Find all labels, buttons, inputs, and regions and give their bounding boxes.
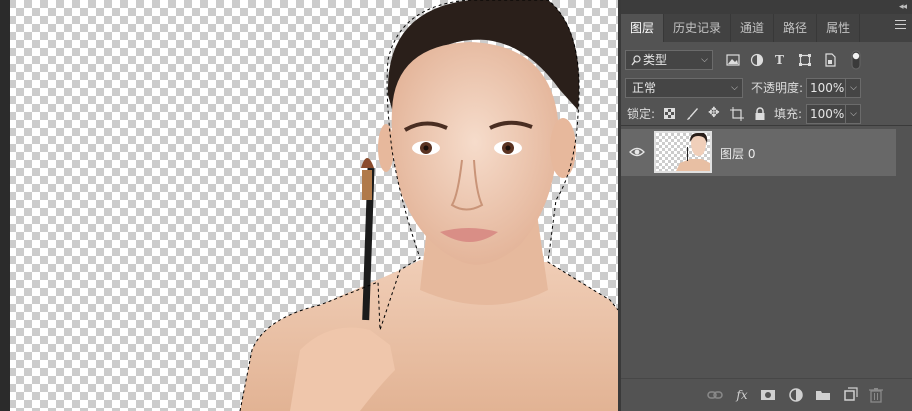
tab-properties[interactable]: 属性 [817,14,861,42]
smart-object-filter-icon[interactable] [823,53,837,67]
link-layers-icon[interactable] [707,387,723,403]
hamburger-menu-icon[interactable] [895,20,906,29]
image-filter-icon[interactable] [726,53,740,67]
double-chevron-left-icon[interactable]: ◂◂ [899,0,907,14]
adjustment-filter-icon[interactable] [750,53,764,67]
lock-all-icon[interactable] [753,107,767,121]
filter-kind-select[interactable]: 类型 ⌵ [625,50,713,70]
fill-input[interactable]: 100% [806,104,846,124]
fill-value: 100% [810,107,845,121]
filter-kind-label: 类型 [643,53,668,67]
filter-row: 类型 ⌵ T [621,47,912,73]
lock-label: 锁定: [627,107,656,121]
opacity-value: 100% [810,81,845,95]
panel-tabs: 图层 历史记录 通道 路径 属性 [621,14,912,42]
layers-bottom-toolbar: fx [621,378,912,411]
layers-list: 图层 0 [621,125,912,378]
chevron-down-icon: ⌵ [850,83,857,93]
panel-title-bar: ◂◂ [621,0,912,14]
layer-row[interactable]: 图层 0 [621,129,896,176]
chevron-down-icon: ⌵ [731,83,738,93]
fx-icon[interactable]: fx [734,387,750,403]
portrait-image [239,0,618,411]
lock-position-icon[interactable]: ✥ [708,103,720,123]
layer-thumbnail[interactable] [654,131,712,173]
document-canvas[interactable] [0,0,618,411]
lock-row: 锁定: ✥ 填充: 100% ⌵ [621,101,912,127]
blend-row: 正常 ⌵ 不透明度: 100% ⌵ [621,75,912,101]
fill-dropdown-button[interactable]: ⌵ [845,104,861,124]
fill-label: 填充: [774,107,803,121]
shape-filter-icon[interactable] [798,53,812,67]
layer-thumbnail-image [676,133,710,171]
chevron-down-icon: ⌵ [701,55,708,65]
blend-mode-value: 正常 [632,81,657,95]
tab-history[interactable]: 历史记录 [664,14,732,42]
layer-name[interactable]: 图层 0 [720,145,755,162]
tab-layers[interactable]: 图层 [621,14,665,42]
search-icon [631,55,641,66]
blend-mode-select[interactable]: 正常 ⌵ [625,78,743,98]
adjustment-layer-icon[interactable] [788,387,804,403]
opacity-label: 不透明度: [751,81,804,95]
new-group-icon[interactable] [815,387,831,403]
opacity-input[interactable]: 100% [806,78,846,98]
eye-icon[interactable] [629,147,645,157]
chevron-down-icon: ⌵ [850,109,857,119]
layers-panel: ◂◂ 图层 历史记录 通道 路径 属性 类型 ⌵ T 正常 ⌵ 不透明度: 10… [621,0,912,411]
lock-transparent-icon[interactable] [664,108,675,119]
tab-channels[interactable]: 通道 [731,14,775,42]
trash-icon[interactable] [868,387,884,403]
opacity-dropdown-button[interactable]: ⌵ [845,78,861,98]
add-mask-icon[interactable] [760,387,776,403]
filter-toggle-icon[interactable] [851,50,861,70]
lock-artboard-icon[interactable] [730,107,744,121]
lock-image-icon[interactable] [685,107,699,121]
new-layer-icon[interactable] [842,387,858,403]
type-filter-icon[interactable]: T [775,50,784,70]
document-left-edge [0,0,10,411]
tab-paths[interactable]: 路径 [774,14,818,42]
